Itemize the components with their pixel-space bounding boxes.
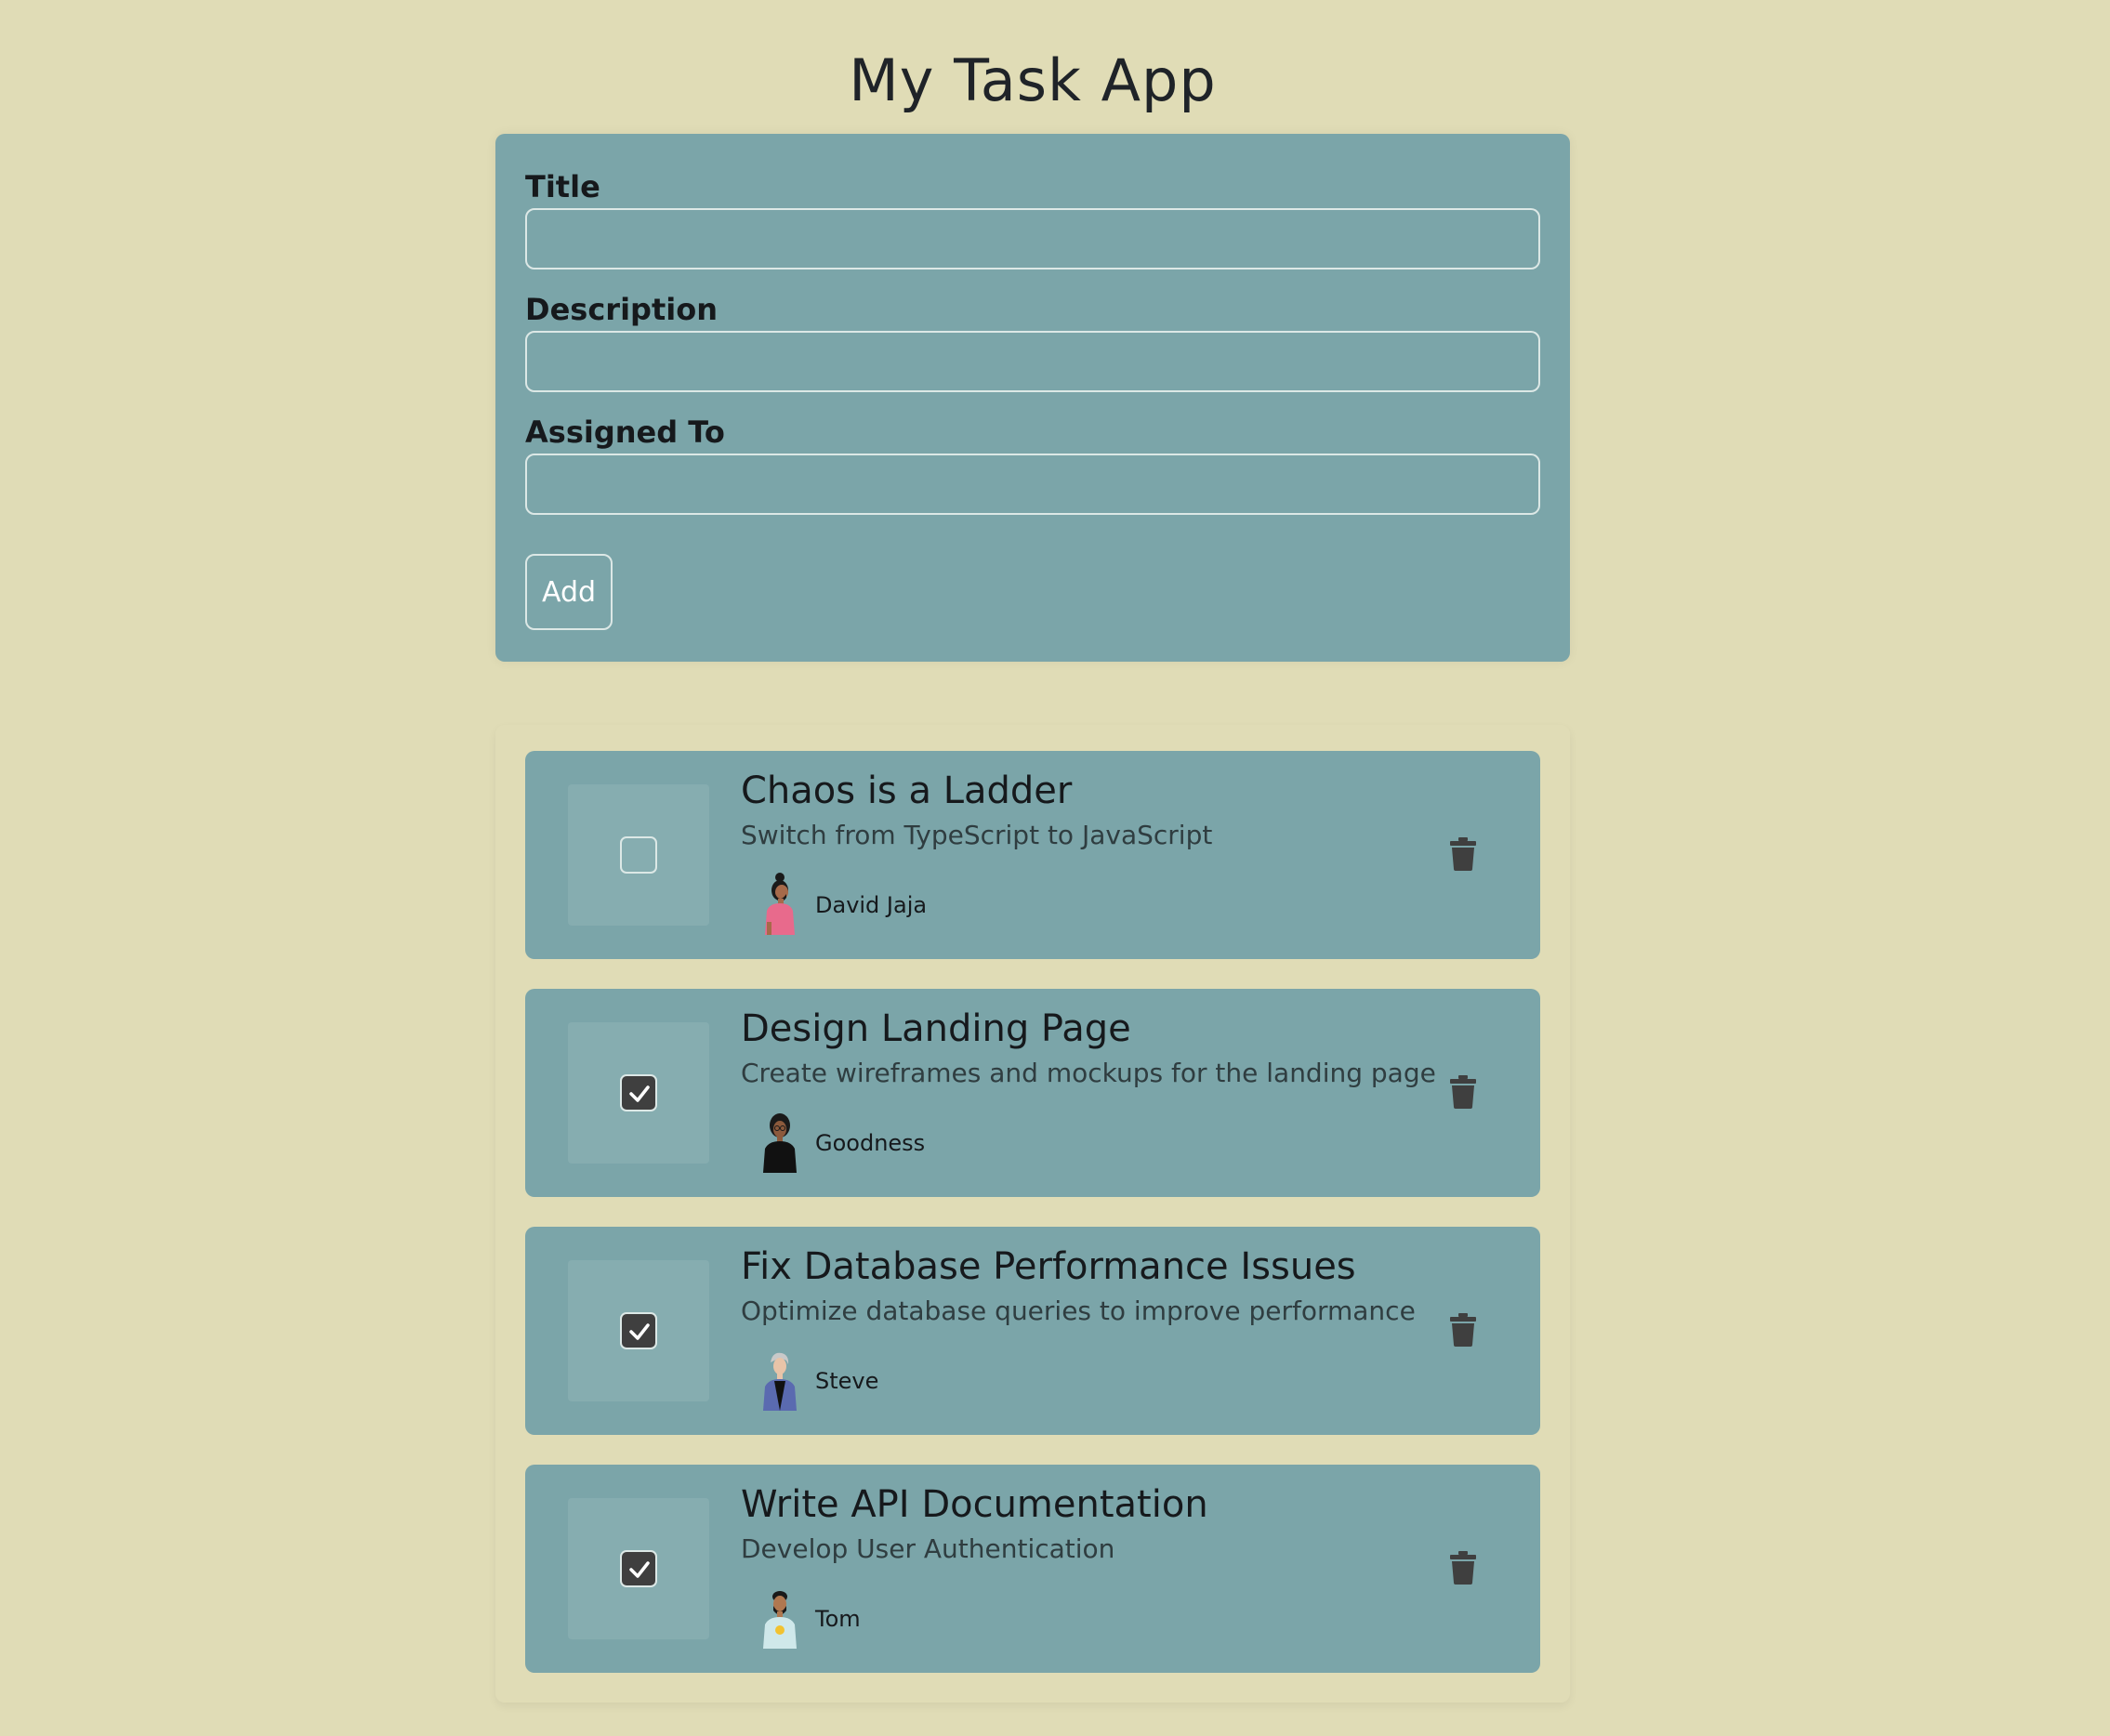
task-checkbox[interactable] <box>620 1550 657 1587</box>
task-card: Write API Documentation Develop User Aut… <box>525 1465 1540 1673</box>
task-card: Fix Database Performance Issues Optimize… <box>525 1227 1540 1435</box>
task-description: Optimize database queries to improve per… <box>741 1295 1416 1326</box>
task-card: Chaos is a Ladder Switch from TypeScript… <box>525 751 1540 959</box>
description-label: Description <box>525 292 718 327</box>
check-icon <box>629 1561 650 1578</box>
task-description: Switch from TypeScript to JavaScript <box>741 820 1213 850</box>
task-title: Chaos is a Ladder <box>741 769 1073 812</box>
task-description: Develop User Authentication <box>741 1533 1115 1564</box>
check-icon <box>629 1323 650 1340</box>
task-card: Design Landing Page Create wireframes an… <box>525 989 1540 1197</box>
trash-icon[interactable] <box>1450 837 1476 871</box>
avatar <box>763 1113 797 1173</box>
avatar <box>763 1352 797 1411</box>
task-title: Write API Documentation <box>741 1483 1208 1526</box>
avatar <box>763 1591 797 1649</box>
assignee-name: Tom <box>815 1606 861 1632</box>
description-input[interactable] <box>525 331 1540 392</box>
assigned-to-input[interactable] <box>525 454 1540 515</box>
task-checkbox[interactable] <box>620 1074 657 1111</box>
app-title: My Task App <box>849 46 1217 114</box>
assignee-name: Steve <box>815 1368 879 1394</box>
checkbox-area <box>568 1498 709 1639</box>
assigned-to-label: Assigned To <box>525 414 725 450</box>
add-button[interactable]: Add <box>525 554 613 630</box>
task-title: Fix Database Performance Issues <box>741 1245 1356 1288</box>
task-title: Design Landing Page <box>741 1007 1131 1050</box>
assignee-name: Goodness <box>815 1130 926 1156</box>
assignee-name: David Jaja <box>815 892 928 918</box>
trash-icon[interactable] <box>1450 1313 1476 1347</box>
task-checkbox[interactable] <box>620 836 657 874</box>
task-list: Chaos is a Ladder Switch from TypeScript… <box>495 725 1570 1703</box>
checkbox-area <box>568 1022 709 1164</box>
trash-icon[interactable] <box>1450 1075 1476 1109</box>
checkbox-area <box>568 1260 709 1401</box>
title-input[interactable] <box>525 208 1540 270</box>
task-checkbox[interactable] <box>620 1312 657 1349</box>
add-task-form: Title Description Assigned To Add <box>495 134 1570 662</box>
trash-icon[interactable] <box>1450 1551 1476 1585</box>
checkbox-area <box>568 784 709 926</box>
avatar <box>765 873 795 935</box>
check-icon <box>629 1085 650 1102</box>
task-description: Create wireframes and mockups for the la… <box>741 1058 1436 1088</box>
title-label: Title <box>525 169 600 204</box>
